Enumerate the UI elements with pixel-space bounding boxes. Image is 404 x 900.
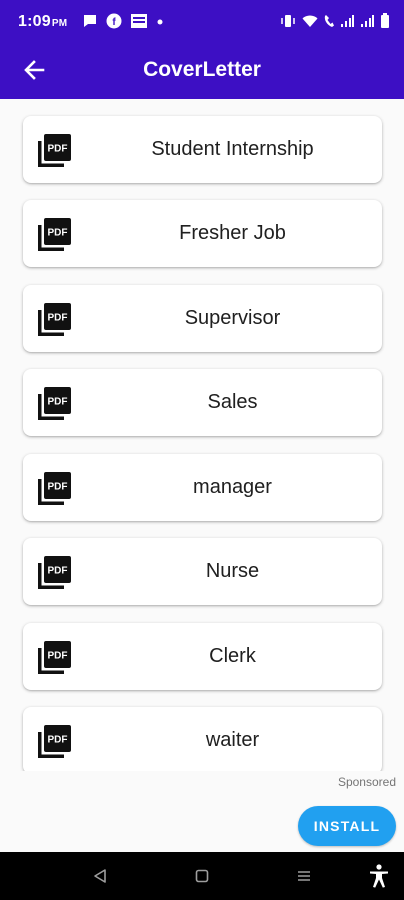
template-card-student-internship[interactable]: PDF Student Internship (23, 116, 382, 183)
template-list[interactable]: PDF Student Internship PDF Fresher Job P… (0, 99, 404, 771)
template-label: Supervisor (184, 307, 281, 329)
pdf-icon: PDF (38, 303, 71, 336)
template-label: Nurse (205, 560, 260, 582)
pdf-icon: PDF (38, 641, 71, 674)
pdf-icon: PDF (38, 556, 71, 589)
page-title: CoverLetter (143, 58, 261, 81)
pdf-icon: PDF (38, 134, 71, 167)
app-screen: 1:09PM f CoverLetter PDF Student Interns… (0, 0, 404, 900)
pdf-icon: PDF (38, 387, 71, 420)
template-label: Clerk (209, 645, 256, 667)
template-label: Student Internship (151, 138, 314, 160)
status-time: 1:09PM (18, 13, 67, 31)
call-icon (324, 14, 334, 27)
accessibility-icon (370, 864, 388, 888)
svg-text:PDF: PDF (48, 228, 68, 239)
status-ampm: PM (51, 18, 68, 29)
pdf-icon: PDF (38, 725, 71, 758)
svg-text:PDF: PDF (48, 735, 68, 746)
system-nav-bar (0, 852, 404, 900)
signal-2-icon (361, 14, 374, 27)
svg-text:PDF: PDF (48, 482, 68, 493)
back-nav-icon (94, 869, 106, 883)
status-time-value: 1:09 (18, 13, 51, 30)
app-bar: CoverLetter (0, 46, 404, 99)
status-bar: 1:09PM f (0, 0, 404, 46)
vibrate-icon (281, 14, 295, 27)
wifi-icon (302, 15, 318, 27)
nav-back-button[interactable] (88, 864, 112, 888)
template-card-supervisor[interactable]: PDF Supervisor (23, 285, 382, 352)
install-button[interactable]: INSTALL (298, 806, 396, 846)
more-notifications-dot-icon (157, 19, 163, 25)
svg-text:PDF: PDF (48, 651, 68, 662)
svg-text:PDF: PDF (48, 566, 68, 577)
system-icons (280, 13, 390, 28)
sponsored-label: Sponsored (337, 775, 396, 789)
template-card-clerk[interactable]: PDF Clerk (23, 623, 382, 690)
pdf-icon: PDF (38, 218, 71, 251)
battery-icon (381, 13, 389, 28)
nav-recents-button[interactable] (292, 864, 316, 888)
accessibility-button[interactable] (367, 864, 391, 888)
signal-icon (341, 14, 354, 27)
top-bar: 1:09PM f CoverLetter (0, 0, 404, 99)
svg-text:PDF: PDF (48, 313, 68, 324)
home-nav-icon (195, 869, 209, 883)
chat-notification-icon (84, 15, 96, 27)
app-notification-icon: f (106, 13, 122, 29)
template-card-nurse[interactable]: PDF Nurse (23, 538, 382, 605)
template-label: manager (193, 476, 272, 498)
template-label: Fresher Job (179, 222, 286, 244)
nav-home-button[interactable] (190, 864, 214, 888)
pdf-icon: PDF (38, 472, 71, 505)
template-card-waiter[interactable]: PDF waiter (23, 707, 382, 771)
template-label: waiter (205, 729, 260, 751)
template-label: Sales (207, 391, 258, 413)
recents-nav-icon (298, 871, 310, 881)
template-card-manager[interactable]: PDF manager (23, 454, 382, 521)
notification-icons: f (82, 13, 164, 29)
svg-text:PDF: PDF (48, 397, 68, 408)
svg-text:PDF: PDF (48, 144, 68, 155)
template-card-sales[interactable]: PDF Sales (23, 369, 382, 436)
template-card-fresher-job[interactable]: PDF Fresher Job (23, 200, 382, 267)
news-notification-icon (131, 14, 147, 28)
